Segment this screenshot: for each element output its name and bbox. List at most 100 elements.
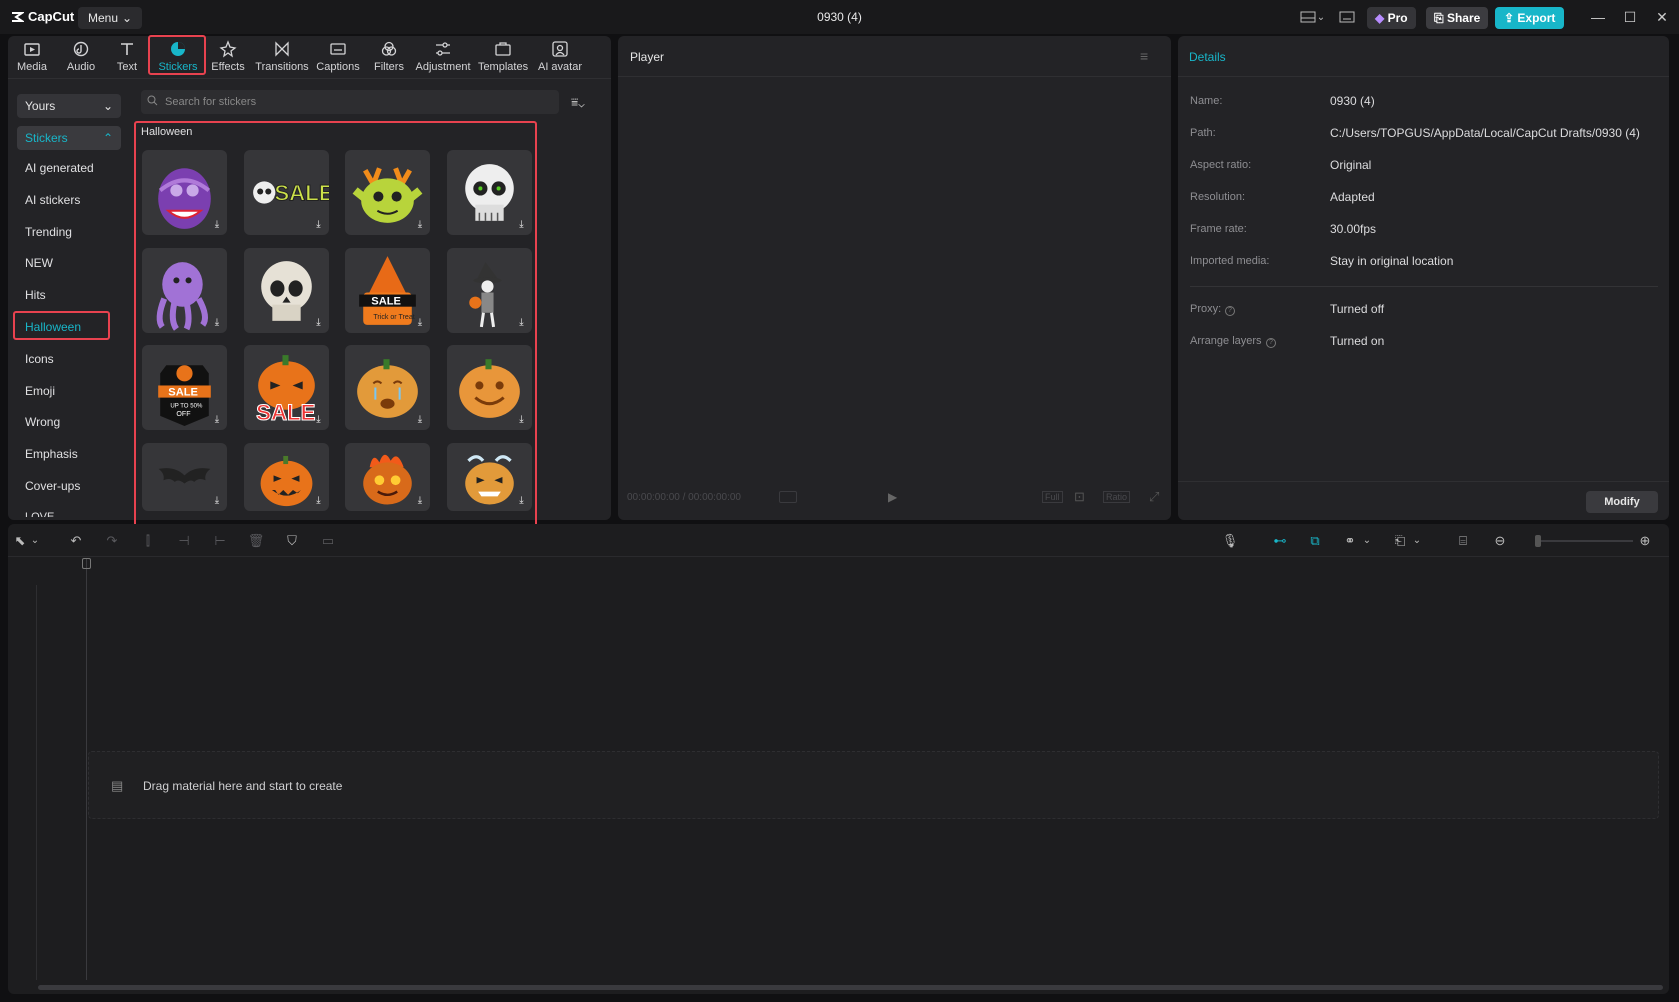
download-icon[interactable]: ⤓ — [313, 495, 325, 507]
sidebar-item-love[interactable]: LOVE — [25, 511, 54, 517]
tab-templates[interactable]: Templates — [478, 40, 528, 80]
sidebar-item-icons[interactable]: Icons — [25, 352, 54, 366]
chevron-down-icon[interactable]: ⌄ — [1362, 532, 1372, 550]
help-icon[interactable]: ? — [1225, 306, 1235, 316]
download-icon[interactable]: ⤓ — [414, 317, 426, 329]
close-icon[interactable]: ✕ — [1651, 7, 1673, 27]
sidebar-item-hits[interactable]: Hits — [25, 288, 46, 302]
tab-ai-avatar[interactable]: AI avatar — [536, 40, 584, 80]
download-icon[interactable]: ⤓ — [516, 317, 528, 329]
tab-transitions[interactable]: Transitions — [253, 40, 311, 80]
help-icon[interactable]: ? — [1266, 338, 1276, 348]
download-icon[interactable]: ⤓ — [313, 219, 325, 231]
export-button[interactable]: ⇪ Export — [1495, 7, 1565, 29]
tab-media[interactable]: Media — [8, 40, 56, 80]
sticker-skull-sale[interactable]: SALE ⤓ — [243, 150, 334, 235]
download-icon[interactable]: ⤓ — [516, 495, 528, 507]
download-icon[interactable]: ⤓ — [414, 495, 426, 507]
search-input[interactable]: Search for stickers — [141, 90, 559, 114]
link-icon[interactable]: ⧉ — [1305, 532, 1325, 550]
keyboard-icon[interactable] — [1337, 8, 1357, 26]
split-right-icon[interactable]: ⊢ — [210, 532, 230, 550]
sticker-pumpkin-ice[interactable]: ⤓ — [446, 442, 532, 511]
sidebar-item-trending[interactable]: Trending — [25, 225, 72, 239]
hamburger-icon[interactable]: ≡ — [1140, 48, 1148, 64]
tab-captions[interactable]: Captions — [314, 40, 362, 80]
download-icon[interactable]: ⤓ — [313, 317, 325, 329]
sidebar-item-ai-stickers[interactable]: AI stickers — [25, 193, 80, 207]
fullscreen-icon[interactable]: ⤢ — [1149, 489, 1159, 505]
chevron-down-icon[interactable]: ⌄ — [30, 532, 40, 550]
sticker-pumpkin-sale[interactable]: SALE ⤓ — [243, 345, 329, 430]
minimize-icon[interactable]: — — [1587, 7, 1609, 27]
microphone-icon[interactable]: 🎙 — [1220, 532, 1240, 550]
layout-chevron-icon[interactable]: ⌄ — [1316, 8, 1326, 26]
sticker-pumpkin-smiling[interactable]: ⤓ — [446, 345, 532, 430]
tab-text[interactable]: Text — [103, 40, 151, 80]
maximize-icon[interactable]: ☐ — [1619, 7, 1641, 27]
download-icon[interactable]: ⤓ — [516, 219, 528, 231]
redo-icon[interactable]: ↷ — [102, 532, 122, 550]
tab-effects[interactable]: Effects — [204, 40, 252, 80]
download-icon[interactable]: ⤓ — [211, 317, 223, 329]
download-icon[interactable]: ⤓ — [211, 414, 223, 426]
sticker-purple-monster[interactable]: ⤓ — [142, 150, 227, 235]
magnet-icon[interactable]: ⊷ — [1270, 532, 1290, 550]
modify-button[interactable]: Modify — [1586, 491, 1658, 513]
sticker-skull[interactable]: ⤓ — [446, 150, 532, 235]
undo-icon[interactable]: ↶ — [66, 532, 86, 550]
sticker-skull-2[interactable]: ⤓ — [243, 247, 329, 333]
sidebar-item-emphasis[interactable]: Emphasis — [25, 447, 78, 461]
download-icon[interactable]: ⤓ — [211, 495, 223, 507]
sticker-pumpkin-crying[interactable]: ⤓ — [345, 345, 430, 430]
filter-icon[interactable]: ⩸⌄ — [571, 95, 585, 110]
yours-dropdown[interactable]: Yours ⌄ — [17, 94, 121, 118]
playhead[interactable] — [86, 558, 87, 980]
zoom-in-icon[interactable]: ⊕ — [1635, 532, 1655, 550]
select-tool-icon[interactable]: ⬉ — [10, 532, 30, 550]
share-button[interactable]: ⎘ Share — [1426, 7, 1489, 29]
zoom-slider-handle[interactable] — [1535, 535, 1541, 547]
sticker-jack-o-lantern[interactable]: ⤓ — [243, 442, 329, 511]
full-button[interactable]: Full — [1042, 491, 1063, 503]
tab-adjustment[interactable]: Adjustment — [414, 40, 472, 80]
sticker-purple-octopus[interactable]: ⤓ — [142, 247, 227, 333]
ratio-button[interactable]: Ratio — [1103, 491, 1131, 503]
sticker-green-goblin[interactable]: ⤓ — [345, 150, 430, 235]
download-icon[interactable]: ⤓ — [414, 219, 426, 231]
screenshot-icon[interactable]: ⊡ — [1074, 489, 1085, 505]
sticker-witch-skeleton[interactable]: ⤓ — [446, 247, 532, 333]
sidebar-item-ai-generated[interactable]: AI generated — [25, 161, 94, 175]
play-icon[interactable]: ▶ — [888, 490, 897, 504]
sticker-pumpkin-fire[interactable]: ⤓ — [345, 442, 430, 511]
stickers-category[interactable]: Stickers ⌃ — [17, 126, 121, 150]
delete-icon[interactable]: 🗑 — [246, 532, 266, 550]
sidebar-item-emoji[interactable]: Emoji — [25, 384, 55, 398]
download-icon[interactable]: ⤓ — [313, 414, 325, 426]
zoom-out-icon[interactable]: ⊖ — [1490, 532, 1510, 550]
sidebar-item-new[interactable]: NEW — [25, 256, 53, 270]
tab-audio[interactable]: Audio — [57, 40, 105, 80]
horizontal-scrollbar[interactable] — [38, 985, 1663, 990]
download-icon[interactable]: ⤓ — [414, 414, 426, 426]
layout-icon[interactable] — [1298, 8, 1318, 26]
marker-icon[interactable]: ⛉ — [282, 532, 302, 550]
zoom-slider[interactable] — [1537, 540, 1633, 542]
split-left-icon[interactable]: ⊣ — [174, 532, 194, 550]
download-icon[interactable]: ⤓ — [516, 414, 528, 426]
download-icon[interactable]: ⤓ — [211, 219, 223, 231]
freeze-icon[interactable]: ▭ — [318, 532, 338, 550]
sticker-bat[interactable]: ⤓ — [142, 442, 227, 511]
caption-icon[interactable]: ⌸ — [1453, 532, 1473, 550]
split-icon[interactable]: ⫿ — [138, 532, 158, 550]
sticker-happy-sale-badge[interactable]: SALE UP TO 50% OFF ⤓ — [142, 345, 227, 430]
timecode-toggle[interactable] — [779, 491, 797, 503]
preview-axis-icon[interactable]: ⎗ — [1390, 532, 1410, 550]
sidebar-item-cover-ups[interactable]: Cover-ups — [25, 479, 80, 493]
chain-link-icon[interactable]: ⚭ — [1340, 532, 1360, 550]
playhead-handle[interactable] — [82, 558, 91, 569]
sticker-sale-witch-hat[interactable]: SALE Trick or Treat ⤓ — [345, 247, 430, 333]
pro-button[interactable]: ◆ Pro — [1367, 7, 1416, 29]
tab-filters[interactable]: Filters — [365, 40, 413, 80]
sidebar-item-wrong[interactable]: Wrong — [25, 415, 60, 429]
